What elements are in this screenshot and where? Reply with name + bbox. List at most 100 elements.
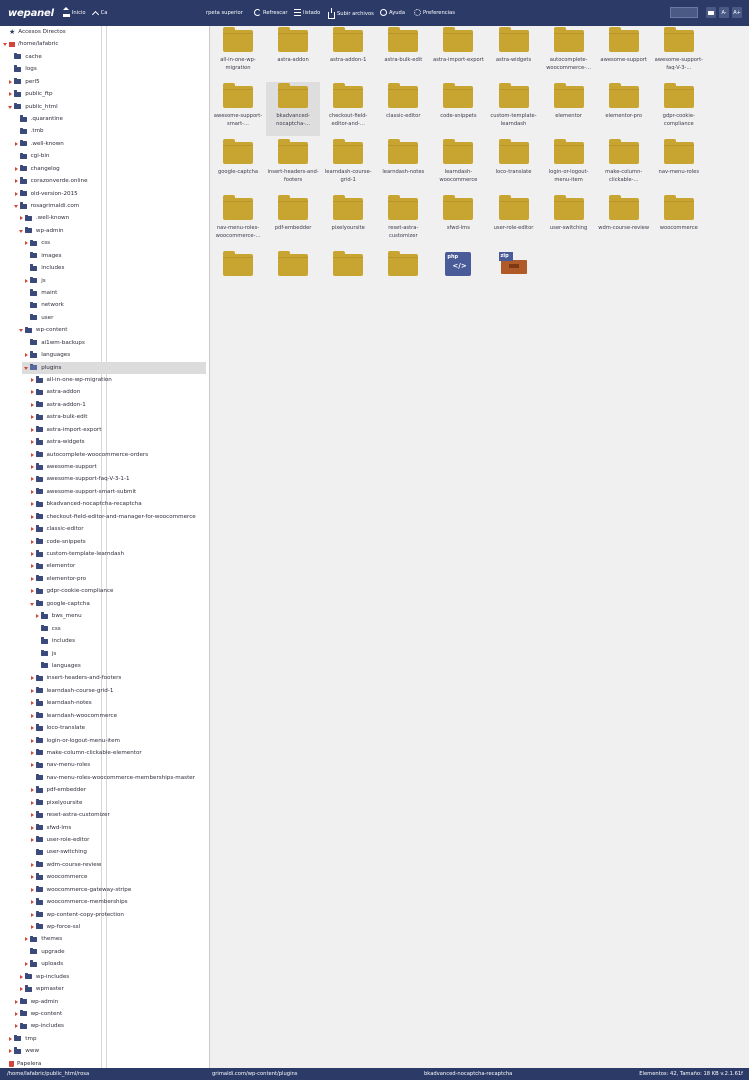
expand-arrow-icon[interactable] (30, 674, 36, 682)
expand-arrow-icon[interactable] (30, 587, 36, 595)
tree-item[interactable]: wp-force-ssl (30, 921, 80, 933)
folder-tile[interactable]: astra-bulk-edit (376, 26, 430, 80)
tree-item[interactable]: changelog (14, 163, 60, 175)
expand-arrow-icon[interactable] (30, 426, 36, 434)
tree-item[interactable]: .quarantine (14, 113, 63, 125)
folder-tile[interactable]: insert-headers-and-footers (266, 138, 320, 192)
folder-tile[interactable]: awesome-support-smart-... (211, 82, 265, 136)
expand-arrow-icon[interactable] (30, 786, 36, 794)
folder-tile[interactable] (321, 250, 375, 304)
tree-item[interactable]: /home/lafabric (3, 38, 59, 50)
tree-item[interactable]: ai1wm-backups (24, 337, 85, 349)
expand-arrow-icon[interactable] (35, 612, 41, 620)
tree-item[interactable]: cache (8, 51, 42, 63)
folder-tile[interactable]: bkadvanced-nocaptcha-... (266, 82, 321, 136)
tree-item[interactable]: woocommerce (30, 871, 87, 883)
expand-arrow-icon[interactable] (30, 388, 36, 396)
expand-arrow-icon[interactable] (30, 712, 36, 720)
tree-item[interactable]: nav-menu-roles-woocommerce-memberships-m… (30, 772, 195, 784)
folder-tile[interactable] (376, 250, 430, 304)
folder-tile[interactable]: login-or-logout-menu-item (542, 138, 596, 192)
tree-item[interactable]: Papelera (3, 1058, 41, 1068)
folder-tile[interactable] (266, 250, 320, 304)
expand-arrow-icon[interactable] (30, 463, 36, 471)
expand-arrow-icon[interactable] (30, 749, 36, 757)
folder-tile[interactable] (211, 250, 265, 304)
collapse-arrow-icon[interactable] (18, 227, 25, 235)
folder-tile[interactable]: all-in-one-wp-migration (211, 26, 265, 80)
preferences-button[interactable]: Preferencias (414, 9, 455, 16)
expand-arrow-icon[interactable] (30, 538, 36, 546)
zip-file-tile[interactable]: zip (487, 250, 541, 304)
tree-item[interactable]: cgi-bin (14, 150, 49, 162)
font-decrease-button[interactable]: A- (719, 7, 729, 18)
folder-tile[interactable]: nav-menu-roles (652, 138, 706, 192)
tree-item[interactable]: includes (24, 262, 64, 274)
tree-item[interactable]: languages (35, 660, 81, 672)
tree-item[interactable]: login-or-logout-menu-item (30, 735, 120, 747)
folder-tile[interactable]: learndash-course-grid-1 (321, 138, 375, 192)
expand-arrow-icon[interactable] (19, 214, 25, 222)
tree-item[interactable]: includes (35, 635, 75, 647)
tree-item[interactable]: css (35, 623, 61, 635)
folder-tile[interactable]: autocomplete-woocommerce-... (542, 26, 596, 80)
php-file-tile[interactable]: php </> (431, 250, 485, 304)
expand-arrow-icon[interactable] (30, 824, 36, 832)
folder-tile[interactable]: pdf-embedder (266, 194, 320, 248)
expand-arrow-icon[interactable] (14, 165, 20, 173)
tree-item[interactable]: ★ Accesos Directos (3, 26, 66, 38)
expand-arrow-icon[interactable] (30, 575, 36, 583)
folder-tile[interactable]: astra-import-export (431, 26, 485, 80)
expand-arrow-icon[interactable] (30, 562, 36, 570)
tree-item[interactable]: awesome-support-smart-submit (30, 486, 136, 498)
expand-arrow-icon[interactable] (30, 737, 36, 745)
tree-item[interactable]: wp-includes (19, 971, 69, 983)
folder-tile[interactable]: learndash-woocommerce (431, 138, 485, 192)
folder-tile[interactable]: make-column-clickable-... (597, 138, 651, 192)
expand-arrow-icon[interactable] (30, 886, 36, 894)
tree-item[interactable]: js (24, 275, 46, 287)
folder-tile[interactable]: learndash-notes (376, 138, 430, 192)
expand-arrow-icon[interactable] (30, 488, 36, 496)
tree-item[interactable]: woocommerce-gateway-stripe (30, 884, 131, 896)
expand-arrow-icon[interactable] (19, 985, 25, 993)
expand-arrow-icon[interactable] (30, 836, 36, 844)
expand-arrow-icon[interactable] (30, 911, 36, 919)
tree-item[interactable]: insert-headers-and-footers (30, 672, 121, 684)
tree-item[interactable]: learndash-course-grid-1 (30, 685, 113, 697)
tree-item[interactable]: awesome-support (30, 461, 97, 473)
tree-item[interactable]: wp-admin (14, 996, 58, 1008)
tree-item[interactable]: astra-widgets (30, 436, 85, 448)
tree-item[interactable]: user-switching (30, 846, 87, 858)
tree-item[interactable]: reset-astra-customizer (30, 809, 110, 821)
tree-item[interactable]: pixelyoursite (30, 797, 82, 809)
folder-tile[interactable]: custom-template-learndash (487, 82, 541, 136)
tree-item[interactable]: .tmb (14, 125, 44, 137)
expand-arrow-icon[interactable] (30, 811, 36, 819)
tree-item[interactable]: google-captcha (29, 598, 90, 610)
folder-tile[interactable]: awesome-support (597, 26, 651, 80)
folder-tile[interactable]: astra-addon (266, 26, 320, 80)
tree-item[interactable]: uploads (24, 958, 63, 970)
tree-item[interactable]: elementor (30, 560, 75, 572)
tree-item[interactable]: gdpr-cookie-compliance (30, 585, 113, 597)
list-view-button[interactable]: listado (294, 9, 320, 16)
folder-tile[interactable]: classic-editor (376, 82, 430, 136)
tree-item[interactable]: autocomplete-woocommerce-orders (30, 449, 148, 461)
folder-tile[interactable]: gdpr-cookie-compliance (652, 82, 706, 136)
tree-item[interactable]: themes (24, 933, 62, 945)
tree-item[interactable]: perl5 (8, 76, 40, 88)
tree-item[interactable]: astra-bulk-edit (30, 411, 87, 423)
tree-item[interactable]: wpmaster (19, 983, 64, 995)
expand-arrow-icon[interactable] (30, 873, 36, 881)
expand-arrow-icon[interactable] (30, 550, 36, 558)
collapse-arrow-icon[interactable] (13, 202, 20, 210)
tree-item[interactable]: user (24, 312, 53, 324)
expand-arrow-icon[interactable] (30, 799, 36, 807)
home-button[interactable]: Inicio (62, 6, 86, 17)
tree-item[interactable]: wp-content-copy-protection (30, 909, 124, 921)
folder-tile[interactable]: nav-menu-roles-woocommerce-... (211, 194, 265, 248)
expand-arrow-icon[interactable] (30, 438, 36, 446)
tree-item[interactable]: woocommerce-memberships (30, 896, 128, 908)
parent-folder-button[interactable]: Ca (92, 10, 108, 17)
